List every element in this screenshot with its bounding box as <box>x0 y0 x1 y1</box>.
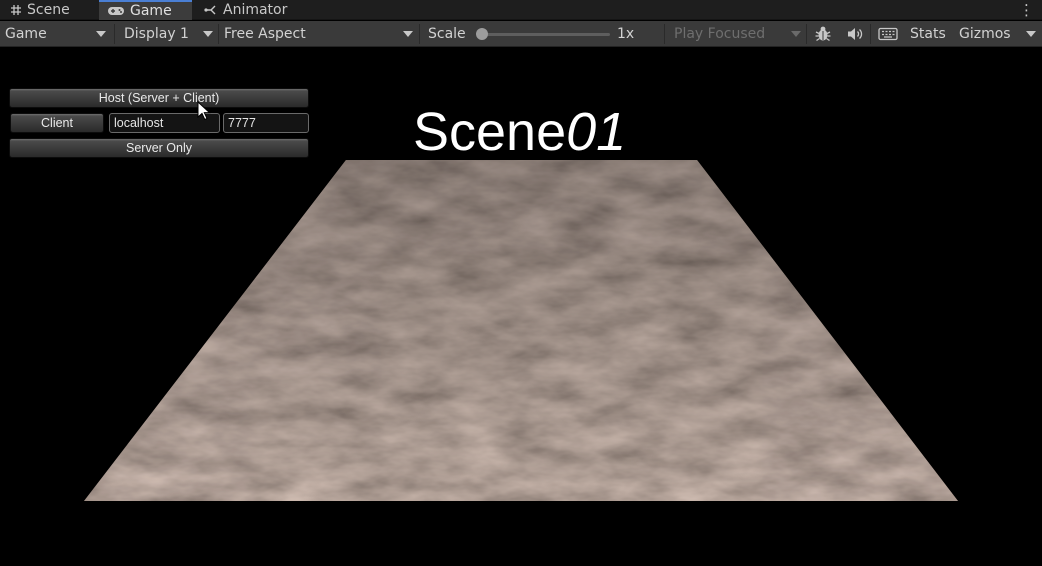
tab-game[interactable]: Game <box>99 0 192 20</box>
game-viewport[interactable]: Scene01 Host (Server + Client) Client lo… <box>0 48 1042 566</box>
scale-label: Scale <box>428 26 466 42</box>
view-mode-dropdown[interactable]: Game <box>5 21 47 47</box>
tab-scene[interactable]: Scene <box>2 0 78 20</box>
scale-slider-track[interactable] <box>478 33 610 36</box>
gizmos-button[interactable]: Gizmos <box>959 21 1011 47</box>
mouse-cursor-icon <box>197 101 211 121</box>
port-field[interactable]: 7777 <box>223 113 309 133</box>
divider <box>664 24 665 44</box>
play-mode-dropdown[interactable]: Play Focused <box>674 21 765 47</box>
game-view-toolbar: Game Display 1 Free Aspect Scale 1x Play… <box>0 21 1042 47</box>
display-dropdown[interactable]: Display 1 <box>124 21 189 47</box>
client-button[interactable]: Client <box>10 113 104 133</box>
bug-icon[interactable] <box>814 21 832 47</box>
gizmos-chevron-down-icon[interactable] <box>1026 31 1036 37</box>
display-chevron-down-icon[interactable] <box>203 31 213 37</box>
tab-animator[interactable]: Animator <box>196 0 295 20</box>
host-button[interactable]: Host (Server + Client) <box>9 88 309 108</box>
aspect-dropdown[interactable]: Free Aspect <box>224 21 306 47</box>
scene-title: Scene01 <box>413 102 627 162</box>
stats-button[interactable]: Stats <box>910 21 946 47</box>
scale-slider-handle[interactable] <box>476 28 488 40</box>
aspect-chevron-down-icon[interactable] <box>403 31 413 37</box>
keyboard-icon[interactable] <box>878 21 898 47</box>
gamepad-icon <box>107 5 125 17</box>
tab-label: Game <box>130 3 172 19</box>
divider <box>114 24 115 44</box>
tab-label: Animator <box>223 2 288 18</box>
editor-tab-bar: Scene Game Animator ⋮ <box>0 0 1042 20</box>
divider <box>419 24 420 44</box>
display-label: Display 1 <box>124 26 189 42</box>
more-options-icon[interactable]: ⋮ <box>1019 1 1034 19</box>
view-mode-label: Game <box>5 26 47 42</box>
play-mode-label: Play Focused <box>674 26 766 42</box>
speaker-icon[interactable] <box>846 21 864 47</box>
play-mode-chevron-down-icon[interactable] <box>791 31 801 37</box>
grid-icon <box>10 4 22 16</box>
server-only-button[interactable]: Server Only <box>9 138 309 158</box>
divider <box>806 24 807 44</box>
view-mode-chevron-down-icon[interactable] <box>96 31 106 37</box>
tab-label: Scene <box>27 2 70 18</box>
scale-value: 1x <box>617 26 635 42</box>
divider <box>218 24 219 44</box>
aspect-label: Free Aspect <box>224 26 306 42</box>
divider <box>870 24 871 44</box>
animator-icon <box>204 4 218 16</box>
